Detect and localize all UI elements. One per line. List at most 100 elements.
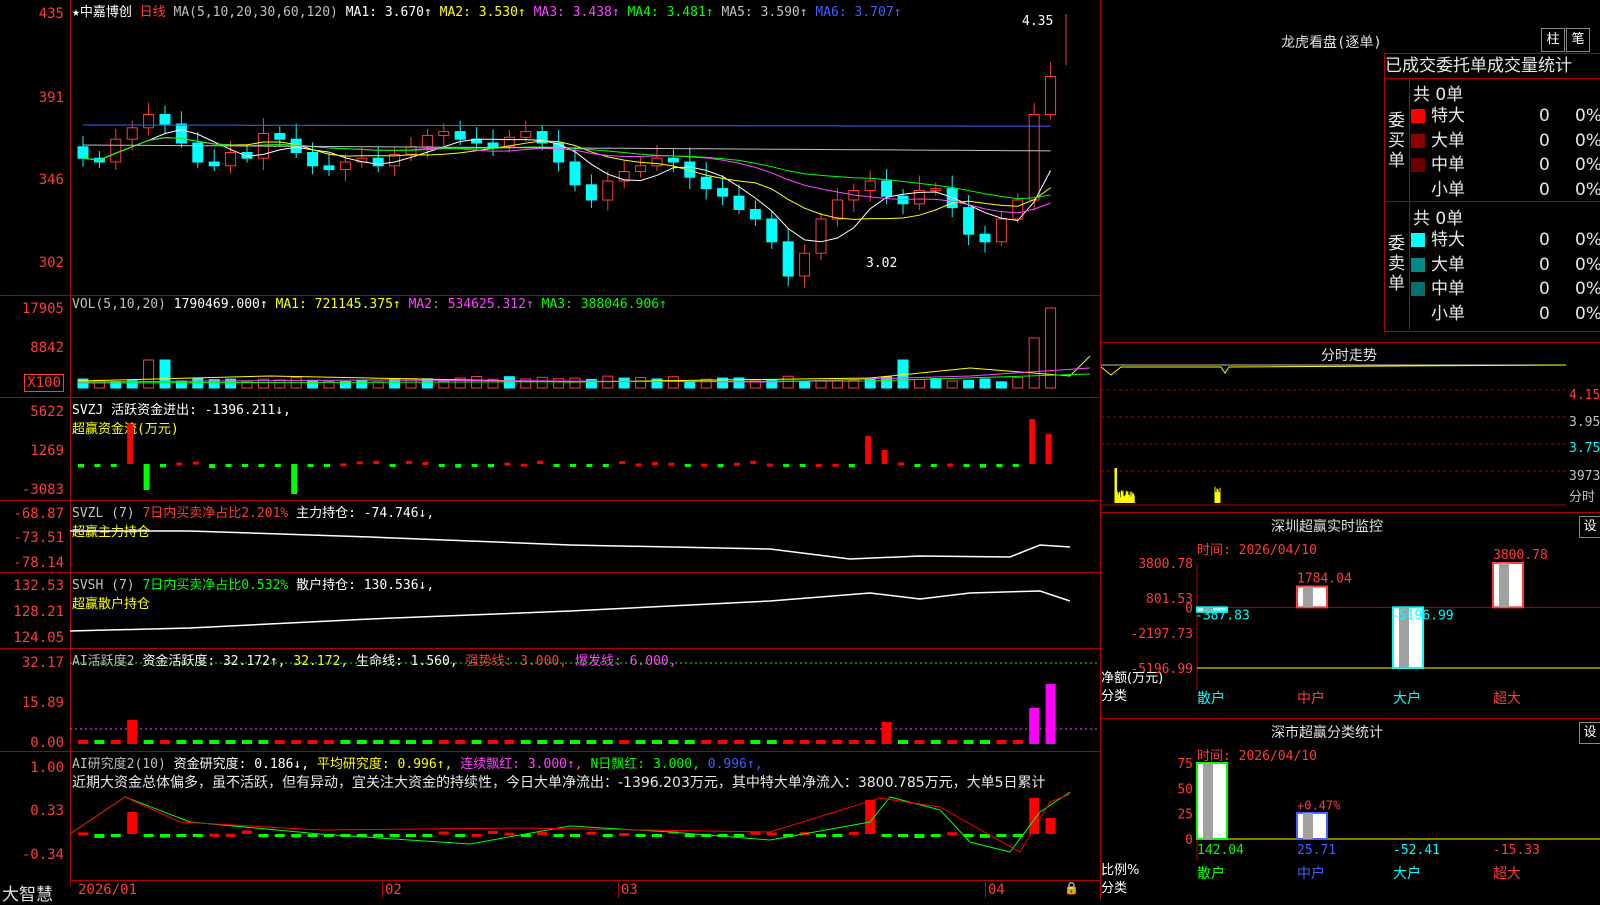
fund-flow-bar [537, 460, 544, 464]
activity-bar [898, 740, 908, 744]
volume-bar [963, 379, 975, 389]
ai-activity-panel[interactable]: AI活跃度2 资金活跃度: 32.172↑, 32.172, 生命线: 1.56… [70, 648, 1100, 752]
activity-bar [635, 740, 646, 744]
activity-bar [127, 720, 138, 744]
legend-swatch [1411, 109, 1425, 123]
volume-bar [1045, 307, 1057, 389]
y-label: 39730 [1569, 469, 1600, 484]
ai-research-panel[interactable]: AI研究度2(10) 资金研究度: 0.186↓, 平均研究度: 0.996↑,… [70, 751, 1100, 886]
fund-flow-bar [340, 463, 347, 467]
volume-bar [372, 381, 384, 389]
activity-bar [586, 740, 597, 744]
order-row: 中单 0 0% [1411, 153, 1600, 177]
activity-bar [865, 740, 876, 744]
y-label: 25 [1177, 808, 1193, 823]
activity-bar [734, 740, 744, 744]
value-bar-shade [1303, 586, 1313, 608]
fund-flow-bar [963, 464, 970, 467]
y-label: 0 [1185, 833, 1193, 848]
research-bar [684, 834, 695, 838]
order-qty: 0 [1539, 106, 1550, 126]
y-label: 128.21 [13, 604, 64, 620]
data-label: -387.83 [1195, 608, 1250, 623]
activity-bar [1029, 708, 1040, 744]
activity-bar [766, 740, 777, 744]
activity-bar [832, 740, 843, 744]
y-label: 3.750 [1569, 441, 1600, 456]
order-size: 中单 [1431, 155, 1465, 175]
category-label: 超大 [1493, 691, 1521, 707]
bar-mode-button[interactable]: 柱 [1541, 28, 1565, 52]
order-row: 大单 0 0% [1411, 253, 1600, 277]
classify-panel[interactable]: 深市超赢分类统计 设 时间: 2026/04/10 75 50 25 0 142.04 散… [1101, 718, 1600, 901]
candle-body [274, 133, 286, 140]
classify-axis-name: 分类 [1101, 881, 1128, 896]
activity-bar [291, 740, 302, 744]
value-bar-shade [1303, 812, 1313, 839]
intraday-panel[interactable]: 分时走势 4.150 3.950 3.750 39730 分时 [1101, 342, 1600, 511]
fund-flow-bar [750, 460, 757, 464]
research-bar [438, 831, 449, 835]
volume-bar [799, 381, 811, 389]
activity-bar [930, 740, 941, 744]
order-size: 大单 [1431, 130, 1465, 151]
y-label: 3.950 [1569, 415, 1600, 430]
volume-bar [1012, 377, 1024, 389]
fund-flow-bar [947, 463, 954, 467]
research-bar [406, 834, 416, 837]
svzj-panel[interactable]: SVZJ 活跃资金进出: -1396.211↓, 超赢资金流(万元) [70, 397, 1100, 501]
volume-bar [175, 380, 187, 389]
activity-bar [422, 740, 433, 744]
order-pct: 0% [1575, 130, 1600, 151]
order-row: 特大 0 0% [1411, 228, 1600, 252]
research-bar [652, 834, 662, 837]
research-bar [947, 832, 958, 836]
category-label: 散户 [1197, 690, 1225, 707]
candlestick-panel[interactable]: ★中嘉博创 日线 MA(5,10,20,30,60,120) MA1: 3.67… [70, 0, 1100, 295]
activity-bar [1012, 740, 1023, 744]
volume-bar [667, 376, 679, 389]
y-label: 1.00 [30, 760, 64, 776]
order-qty: 0 [1539, 303, 1550, 324]
order-size: 小单 [1431, 303, 1465, 324]
activity-bar [176, 740, 187, 744]
candle-body [667, 157, 679, 163]
fund-flow-bar [438, 464, 445, 467]
tick-mode-button[interactable]: 笔 [1566, 28, 1590, 52]
y-label: 391 [38, 90, 64, 106]
main-chart-area[interactable]: 435 391 346 302 17905 8842 X100 5622 126… [0, 0, 1100, 905]
activity-bar [209, 740, 220, 744]
svsh-panel[interactable]: SVSH (7) 7日内买卖净占比0.532% 散户持仓: 130.536↓, … [70, 572, 1100, 649]
volume-bar [684, 381, 696, 389]
y-label: 132.53 [13, 578, 64, 594]
category-label: 中户 [1297, 690, 1325, 707]
activity-bar [750, 740, 761, 744]
fund-flow-bar [668, 462, 675, 466]
fund-flow-bar [192, 461, 199, 465]
research-bar [881, 834, 892, 837]
y-label: 435 [38, 6, 64, 22]
intraday-chart [1101, 364, 1567, 506]
research-bar [1045, 818, 1056, 834]
research-line [70, 793, 1071, 853]
candle-body [159, 114, 171, 125]
svzl-panel[interactable]: SVZL (7) 7日内买卖净占比2.201% 主力持仓: -74.746↓, … [70, 500, 1100, 573]
order-pct: 0% [1575, 155, 1600, 175]
volume-panel[interactable]: VOL(5,10,20) 1790469.000↑ MA1: 721145.37… [70, 295, 1100, 398]
volume-bar [159, 359, 171, 389]
order-qty: 0 [1539, 155, 1550, 175]
lock-icon[interactable]: 🔒 [1064, 881, 1079, 895]
activity-bar [881, 722, 892, 744]
fund-flow-bar [914, 464, 921, 467]
high-marker: 4.35 [1022, 14, 1054, 29]
fund-flow-bar [881, 450, 888, 464]
activity-bar [324, 740, 334, 744]
order-row: 小单 0 0% [1411, 302, 1600, 326]
research-bar [94, 834, 105, 838]
y-label: 1269 [30, 443, 64, 459]
candle-body [208, 161, 220, 167]
volume-bar [553, 378, 565, 389]
monitor-panel[interactable]: 深圳超赢实时监控 设 时间: 2026/04/10 3800.78 801.53 0… [1101, 512, 1600, 717]
y-label: -3083 [21, 482, 64, 498]
data-annotation: +0.47% [1297, 799, 1341, 813]
